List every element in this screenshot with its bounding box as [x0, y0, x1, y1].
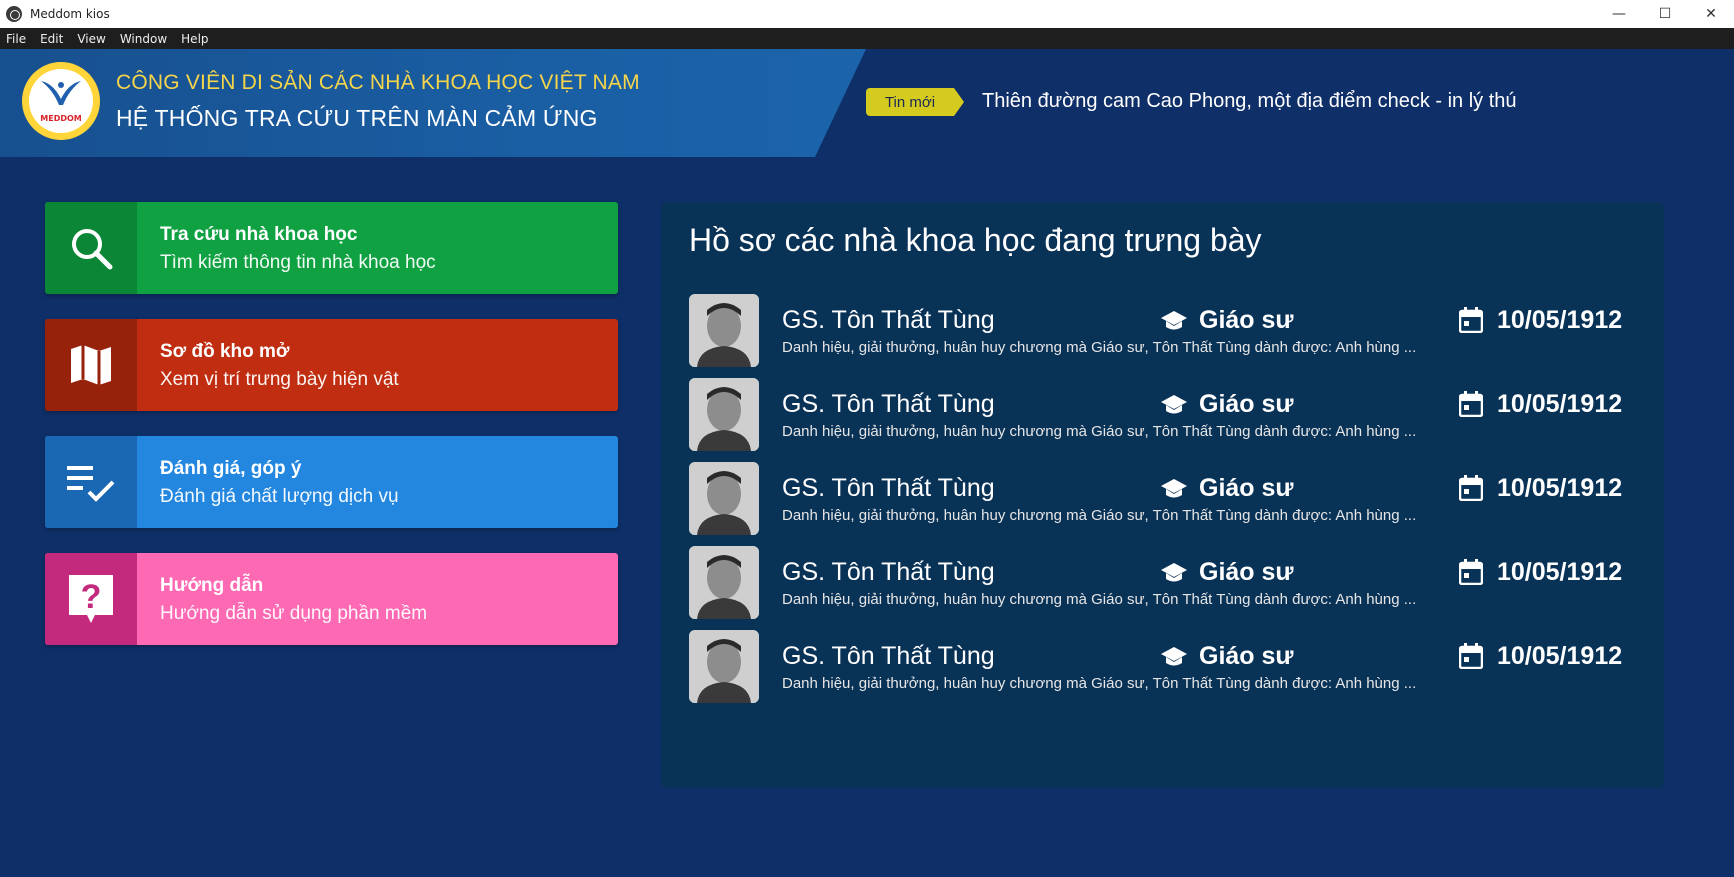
window-controls: — ☐ ✕	[1596, 0, 1734, 28]
meddom-logo: MEDDOM	[22, 62, 100, 140]
calendar-icon	[1459, 559, 1483, 585]
search-icon	[72, 229, 113, 270]
scientist-profiles-panel: Hồ sơ các nhà khoa học đang trưng bày GS…	[661, 202, 1664, 788]
header-org-name: CÔNG VIÊN DI SẢN CÁC NHÀ KHOA HỌC VIỆT N…	[116, 71, 640, 94]
header-system-name: HỆ THỐNG TRA CỨU TRÊN MÀN CẢM ỨNG	[116, 105, 598, 131]
scientist-row[interactable]: GS. Tôn Thất Tùng Giáo sư 10/05/1912 Dan…	[689, 462, 1649, 536]
map-icon-box	[45, 319, 137, 411]
scientist-name: GS. Tôn Thất Tùng	[782, 558, 995, 586]
window-titlebar: Meddom kios — ☐ ✕	[0, 0, 1734, 28]
panel-title: Hồ sơ các nhà khoa học đang trưng bày	[689, 222, 1262, 258]
scientist-description: Danh hiệu, giải thưởng, huân huy chương …	[782, 339, 1417, 356]
scientist-portrait	[689, 546, 759, 619]
app-header: MEDDOM CÔNG VIÊN DI SẢN CÁC NHÀ KHOA HỌC…	[0, 49, 1734, 157]
scientist-description: Danh hiệu, giải thưởng, huân huy chương …	[782, 591, 1417, 608]
feedback-card-text: Đánh giá, góp ý Đánh giá chất lượng dịch…	[137, 436, 618, 528]
calendar-icon	[1459, 307, 1483, 333]
svg-text:?: ?	[81, 578, 102, 616]
header-banner: MEDDOM CÔNG VIÊN DI SẢN CÁC NHÀ KHOA HỌC…	[0, 49, 866, 157]
search-card-subtitle: Tìm kiếm thông tin nhà khoa học	[160, 252, 436, 273]
question-icon: ?	[69, 575, 113, 623]
scientist-name: GS. Tôn Thất Tùng	[782, 306, 995, 334]
scientist-portrait	[689, 462, 759, 535]
guide-card[interactable]: ? Hướng dẫn Hướng dẫn sử dụng phần mềm	[45, 553, 618, 645]
graduation-cap-icon	[1161, 395, 1187, 414]
question-icon-box: ?	[45, 553, 137, 645]
search-scientist-card[interactable]: Tra cứu nhà khoa học Tìm kiếm thông tin …	[45, 202, 618, 294]
guide-card-title: Hướng dẫn	[160, 575, 264, 596]
scientist-name: GS. Tôn Thất Tùng	[782, 390, 995, 418]
graduation-cap-icon	[1161, 563, 1187, 582]
scientist-portrait	[689, 630, 759, 703]
scientist-name: GS. Tôn Thất Tùng	[782, 642, 995, 670]
guide-card-subtitle: Hướng dẫn sử dụng phần mềm	[160, 603, 428, 624]
warehouse-map-card[interactable]: Sơ đồ kho mở Xem vị trí trưng bày hiện v…	[45, 319, 618, 411]
scientist-birth-date: 10/05/1912	[1497, 642, 1623, 670]
map-card-text: Sơ đồ kho mở Xem vị trí trưng bày hiện v…	[137, 319, 618, 411]
menu-help[interactable]: Help	[181, 32, 208, 46]
feedback-card-subtitle: Đánh giá chất lượng dịch vụ	[160, 486, 399, 507]
scientist-portrait	[689, 294, 759, 367]
close-button[interactable]: ✕	[1688, 0, 1734, 28]
scientist-portrait	[689, 378, 759, 451]
scientist-rank: Giáo sư	[1199, 390, 1294, 418]
map-icon	[71, 345, 111, 385]
scientist-description: Danh hiệu, giải thưởng, huân huy chương …	[782, 507, 1417, 524]
news-tag: Tin mới	[866, 88, 964, 116]
menu-file[interactable]: File	[6, 32, 26, 46]
feedback-card-title: Đánh giá, góp ý	[160, 458, 302, 479]
window-title: Meddom kios	[30, 7, 110, 21]
minimize-button[interactable]: —	[1596, 0, 1642, 28]
graduation-cap-icon	[1161, 479, 1187, 498]
scientist-rank: Giáo sư	[1199, 474, 1294, 502]
scientist-birth-date: 10/05/1912	[1497, 474, 1623, 502]
scientist-name: GS. Tôn Thất Tùng	[782, 474, 995, 502]
calendar-icon	[1459, 391, 1483, 417]
map-card-subtitle: Xem vị trí trưng bày hiện vật	[160, 369, 399, 390]
scientist-row[interactable]: GS. Tôn Thất Tùng Giáo sư 10/05/1912 Dan…	[689, 378, 1649, 452]
maximize-button[interactable]: ☐	[1642, 0, 1688, 28]
app-icon	[6, 6, 22, 22]
scientist-rank: Giáo sư	[1199, 306, 1294, 334]
map-card-title: Sơ đồ kho mở	[160, 341, 290, 362]
scientist-birth-date: 10/05/1912	[1497, 558, 1623, 586]
scientist-description: Danh hiệu, giải thưởng, huân huy chương …	[782, 675, 1417, 692]
search-card-text: Tra cứu nhà khoa học Tìm kiếm thông tin …	[137, 202, 618, 294]
scientist-rank: Giáo sư	[1199, 558, 1294, 586]
bird-icon	[41, 81, 81, 105]
search-icon-box	[45, 202, 137, 294]
scientist-row[interactable]: GS. Tôn Thất Tùng Giáo sư 10/05/1912 Dan…	[689, 630, 1649, 704]
calendar-icon	[1459, 475, 1483, 501]
scientist-row[interactable]: GS. Tôn Thất Tùng Giáo sư 10/05/1912 Dan…	[689, 294, 1649, 368]
logo-text: MEDDOM	[40, 114, 82, 123]
logo-emblem: MEDDOM	[29, 69, 93, 133]
scientist-birth-date: 10/05/1912	[1497, 390, 1623, 418]
checklist-icon-box	[45, 436, 137, 528]
graduation-cap-icon	[1161, 647, 1187, 666]
calendar-icon	[1459, 643, 1483, 669]
graduation-cap-icon	[1161, 311, 1187, 330]
scientist-description: Danh hiệu, giải thưởng, huân huy chương …	[782, 423, 1417, 440]
feedback-card[interactable]: Đánh giá, góp ý Đánh giá chất lượng dịch…	[45, 436, 618, 528]
scientist-row[interactable]: GS. Tôn Thất Tùng Giáo sư 10/05/1912 Dan…	[689, 546, 1649, 620]
menu-bar: File Edit View Window Help	[0, 28, 1734, 49]
menu-view[interactable]: View	[77, 32, 105, 46]
scientist-rank: Giáo sư	[1199, 642, 1294, 670]
guide-card-text: Hướng dẫn Hướng dẫn sử dụng phần mềm	[137, 553, 618, 645]
menu-edit[interactable]: Edit	[40, 32, 63, 46]
search-card-title: Tra cứu nhà khoa học	[160, 224, 358, 245]
news-ticker-text[interactable]: Thiên đường cam Cao Phong, một địa điểm …	[982, 90, 1517, 113]
menu-window[interactable]: Window	[120, 32, 167, 46]
scientist-birth-date: 10/05/1912	[1497, 306, 1623, 334]
checklist-icon	[67, 466, 115, 502]
